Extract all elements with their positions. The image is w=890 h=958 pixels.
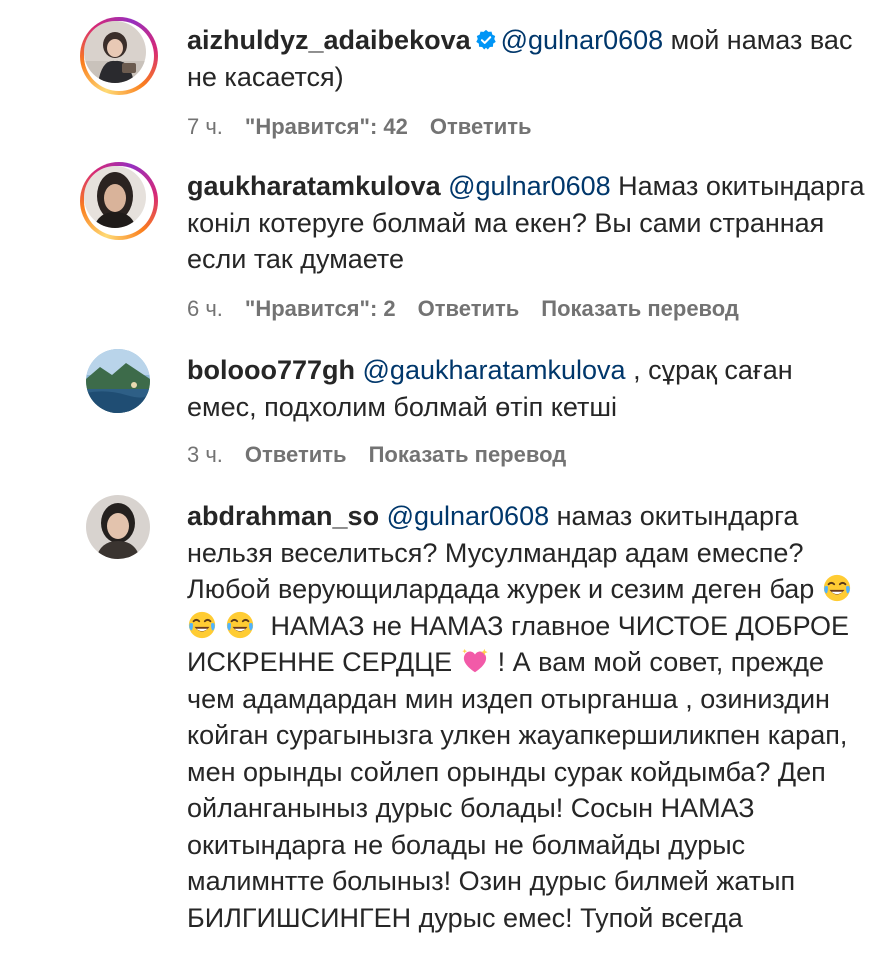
profile-photo-icon [84, 21, 146, 83]
mention-link[interactable]: @gaukharatamkulova [363, 355, 626, 385]
likes-count[interactable]: "Нравится": 42 [245, 114, 408, 139]
show-translation-button[interactable]: Показать перевод [369, 442, 567, 467]
avatar[interactable] [80, 17, 158, 95]
comment-time: 7 ч. [187, 114, 223, 139]
sparkling-heart-emoji-icon [461, 648, 488, 673]
avatar[interactable] [80, 162, 158, 240]
comment-time: 6 ч. [187, 296, 223, 321]
avatar[interactable] [86, 495, 150, 559]
profile-photo-icon [86, 495, 150, 559]
comment-text: bolooo777gh @gaukharatamkulova , сұрақ с… [187, 352, 867, 425]
reply-button[interactable]: Ответить [245, 442, 347, 467]
mention-link[interactable]: @gulnar0608 [448, 171, 611, 201]
verified-badge-icon [475, 29, 496, 50]
comment-text: gaukharatamkulova @gulnar0608 Намаз окит… [187, 168, 867, 278]
comment-username[interactable]: aizhuldyz_adaibekova [187, 25, 471, 55]
landscape-photo-icon [86, 349, 150, 413]
tears-of-joy-emoji-icon [188, 611, 216, 638]
profile-photo-icon [84, 166, 146, 228]
mention-link[interactable]: @gulnar0608 [501, 25, 664, 55]
comment-time: 3 ч. [187, 442, 223, 467]
reply-button[interactable]: Ответить [418, 296, 520, 321]
mention-link[interactable]: @gulnar0608 [387, 501, 550, 531]
show-translation-button[interactable]: Показать перевод [541, 296, 739, 321]
comment-body-3: ! А вам мой совет, прежде чем адамдардан… [187, 647, 848, 933]
likes-count[interactable]: "Нравится": 2 [245, 296, 396, 321]
avatar[interactable] [86, 349, 150, 413]
tears-of-joy-emoji-icon [226, 611, 254, 638]
comment-username[interactable]: bolooo777gh [187, 355, 355, 385]
comment-username[interactable]: gaukharatamkulova [187, 171, 441, 201]
comment-meta: 7 ч. "Нравится": 42 Ответить [187, 114, 554, 140]
comment-meta: 6 ч. "Нравится": 2 Ответить Показать перево… [187, 296, 761, 322]
comment-text: aizhuldyz_adaibekova @gulnar0608 мой нама… [187, 22, 867, 95]
tears-of-joy-emoji-icon [823, 574, 850, 602]
comment-text: abdrahman_so @gulnar0608 намаз окитындар… [187, 498, 867, 936]
comment-username[interactable]: abdrahman_so [187, 501, 379, 531]
reply-button[interactable]: Ответить [430, 114, 532, 139]
comment-meta: 3 ч. Ответить Показать перевод [187, 442, 588, 468]
